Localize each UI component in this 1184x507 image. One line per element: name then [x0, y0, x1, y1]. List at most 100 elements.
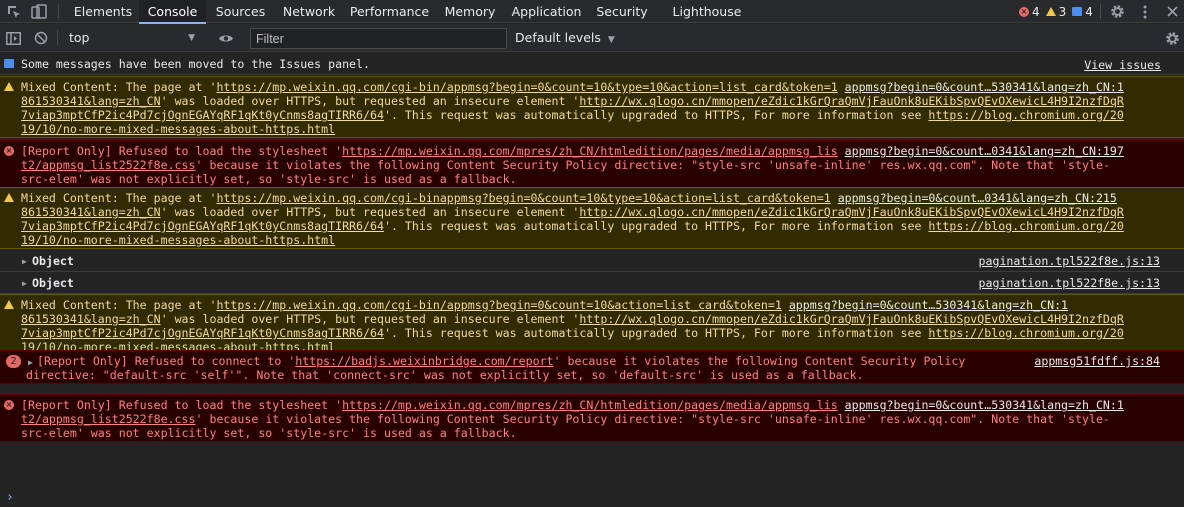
message-line: Mixed Content: The page at 'https://mp.w… [21, 191, 1117, 205]
issues-banner-text: Some messages have been moved to the Iss… [21, 57, 371, 71]
error-message: × [Report Only] Refused to load the style… [0, 140, 1184, 188]
url-link[interactable]: 19/10/no-more-mixed-messages-about-https… [21, 122, 335, 136]
warning-message: Mixed Content: The page at 'https://mp.w… [0, 294, 1184, 356]
expand-triangle-icon[interactable]: ▶ [22, 277, 27, 291]
warning-message: Mixed Content: The page at 'https://mp.w… [0, 187, 1184, 249]
repeat-count-badge: 2 [6, 355, 21, 368]
chevron-down-icon: ▼ [607, 35, 615, 45]
source-location-link[interactable]: appmsg51fdff.js:84 [1034, 354, 1160, 368]
tab-performance[interactable]: Performance [343, 0, 436, 23]
console-settings-gear-icon[interactable] [1160, 24, 1184, 52]
warning-count-icon [1045, 7, 1056, 16]
url-link[interactable]: appmsg?begin=0&count…530341&lang=zh_CN:1 [789, 298, 1068, 312]
message-line: [Report Only] Refused to connect to 'htt… [37, 354, 966, 368]
url-link[interactable]: http://wx.qlogo.cn/mmopen/eZdic1kGrQraQm… [579, 94, 1123, 108]
console-object-row: ▶ Object pagination.tpl522f8e.js:13 [0, 272, 1184, 294]
message-line: 7viap3mptCfP2ic4Pd7cjOgnEGAYqRF1qKt0yCnm… [21, 326, 1124, 340]
url-link[interactable]: https://mp.weixin.qq.com/cgi-bin/appmsg?… [216, 80, 837, 94]
filterbar-divider [57, 30, 58, 45]
filter-input[interactable] [250, 28, 507, 49]
url-link[interactable]: appmsg?begin=0&count…0341&lang=zh_CN:197 [845, 144, 1124, 158]
message-line: 7viap3mptCfP2ic4Pd7cjOgnEGAYqRF1qKt0yCnm… [21, 108, 1124, 122]
url-link[interactable]: http://wx.qlogo.cn/mmopen/eZdic1kGrQraQm… [579, 312, 1123, 326]
console-prompt[interactable]: › [6, 490, 14, 505]
url-link[interactable]: 861530341&lang=zh_CN [21, 205, 161, 219]
url-link[interactable]: appmsg?begin=0&count…530341&lang=zh_CN:1 [845, 398, 1124, 412]
warning-message: Mixed Content: The page at 'https://mp.w… [0, 76, 1184, 138]
url-link[interactable]: t2/appmsg_list2522f8e.css [21, 412, 196, 426]
url-link[interactable]: 7viap3mptCfP2ic4Pd7cjOgnEGAYqRF1qKt0yCnm… [21, 219, 384, 233]
error-message: × [Report Only] Refused to load the style… [0, 394, 1184, 442]
url-link[interactable]: http://wx.qlogo.cn/mmopen/eZdic1kGrQraQm… [579, 205, 1123, 219]
message-line: 19/10/no-more-mixed-messages-about-https… [21, 233, 335, 247]
toolbar-divider [1100, 4, 1101, 19]
console-messages: Some messages have been moved to the Iss… [0, 53, 1184, 507]
view-issues-link[interactable]: View issues [1084, 58, 1161, 72]
url-link[interactable]: 861530341&lang=zh_CN [21, 94, 161, 108]
tab-lighthouse[interactable]: Lighthouse [667, 0, 747, 23]
url-link[interactable]: https://mp.weixin.qq.com/mpres/zh_CN/htm… [342, 398, 838, 412]
issue-counter[interactable]: × 4 3 4 [1019, 0, 1093, 23]
source-location-link[interactable]: pagination.tpl522f8e.js:13 [979, 254, 1160, 268]
issues-moved-banner: Some messages have been moved to the Iss… [0, 53, 1184, 75]
message-line: Mixed Content: The page at 'https://mp.w… [21, 80, 1124, 94]
context-selector[interactable]: top ▼ [62, 28, 199, 48]
message-line: 7viap3mptCfP2ic4Pd7cjOgnEGAYqRF1qKt0yCnm… [21, 219, 1124, 233]
close-icon[interactable] [1162, 0, 1182, 23]
error-count: 4 [1032, 4, 1040, 19]
url-link[interactable]: t2/appmsg_list2522f8e.css [21, 158, 196, 172]
object-label[interactable]: Object [32, 254, 74, 268]
more-options-icon[interactable] [1136, 0, 1154, 23]
live-expression-eye-icon[interactable] [215, 24, 237, 52]
chevron-down-icon: ▼ [188, 33, 195, 43]
inspect-element-icon[interactable] [4, 0, 24, 23]
info-count-icon [1072, 7, 1083, 16]
info-count: 4 [1085, 4, 1093, 19]
clear-console-icon[interactable] [31, 24, 51, 52]
tab-elements[interactable]: Elements [67, 0, 139, 23]
tab-application[interactable]: Application [504, 0, 589, 23]
show-sidebar-icon[interactable] [3, 24, 23, 52]
message-line: t2/appmsg_list2522f8e.css' because it vi… [21, 412, 1110, 426]
url-link[interactable]: 19/10/no-more-mixed-messages-about-https… [21, 233, 335, 247]
url-link[interactable]: 7viap3mptCfP2ic4Pd7cjOgnEGAYqRF1qKt0yCnm… [21, 108, 384, 122]
toolbar-divider [58, 4, 59, 19]
device-toolbar-icon[interactable] [28, 0, 50, 23]
message-line: [Report Only] Refused to load the styles… [21, 398, 1124, 412]
url-link[interactable]: https://badjs.weixinbridge.com/report [295, 354, 553, 368]
message-line: 19/10/no-more-mixed-messages-about-https… [21, 122, 335, 136]
message-line: 861530341&lang=zh_CN' was loaded over HT… [21, 312, 1124, 326]
url-link[interactable]: https://blog.chromium.org/20 [928, 108, 1123, 122]
message-line: Mixed Content: The page at 'https://mp.w… [21, 298, 1069, 312]
url-link[interactable]: https://mp.weixin.qq.com/mpres/zh_CN/htm… [342, 144, 838, 158]
message-line: 861530341&lang=zh_CN' was loaded over HT… [21, 205, 1124, 219]
console-object-row: ▶ Object pagination.tpl522f8e.js:13 [0, 250, 1184, 272]
url-link[interactable]: 7viap3mptCfP2ic4Pd7cjOgnEGAYqRF1qKt0yCnm… [21, 326, 384, 340]
message-line: t2/appmsg_list2522f8e.css' because it vi… [21, 158, 1110, 172]
warning-icon [4, 300, 14, 309]
message-line: [Report Only] Refused to load the styles… [21, 144, 1124, 158]
error-count-icon: × [1019, 6, 1029, 17]
warning-icon [4, 193, 14, 202]
tab-memory[interactable]: Memory [436, 0, 504, 23]
error-icon: × [4, 146, 14, 156]
url-link[interactable]: https://blog.chromium.org/20 [928, 326, 1123, 340]
source-location-link[interactable]: pagination.tpl522f8e.js:13 [979, 276, 1160, 290]
tab-network[interactable]: Network [275, 0, 343, 23]
settings-gear-icon[interactable] [1106, 0, 1128, 23]
url-link[interactable]: appmsg?begin=0&count…0341&lang=zh_CN:215 [838, 191, 1117, 205]
object-label[interactable]: Object [32, 276, 74, 290]
warning-icon [4, 82, 14, 91]
url-link[interactable]: https://blog.chromium.org/20 [928, 219, 1123, 233]
url-link[interactable]: https://mp.weixin.qq.com/cgi-bin/appmsg?… [216, 298, 781, 312]
tab-security[interactable]: Security [589, 0, 655, 23]
expand-triangle-icon[interactable]: ▶ [22, 255, 27, 269]
url-link[interactable]: https://mp.weixin.qq.com/cgi-binappmsg?b… [216, 191, 830, 205]
message-line: src-elem' was not explicitly set, so 'st… [21, 426, 517, 440]
log-levels-dropdown[interactable]: Default levels ▼ [515, 28, 615, 48]
tab-sources[interactable]: Sources [206, 0, 275, 23]
tab-console[interactable]: Console [139, 0, 206, 24]
url-link[interactable]: 861530341&lang=zh_CN [21, 312, 161, 326]
console-filter-bar: top ▼ Default levels ▼ [0, 24, 1184, 52]
url-link[interactable]: appmsg?begin=0&count…530341&lang=zh_CN:1 [845, 80, 1124, 94]
